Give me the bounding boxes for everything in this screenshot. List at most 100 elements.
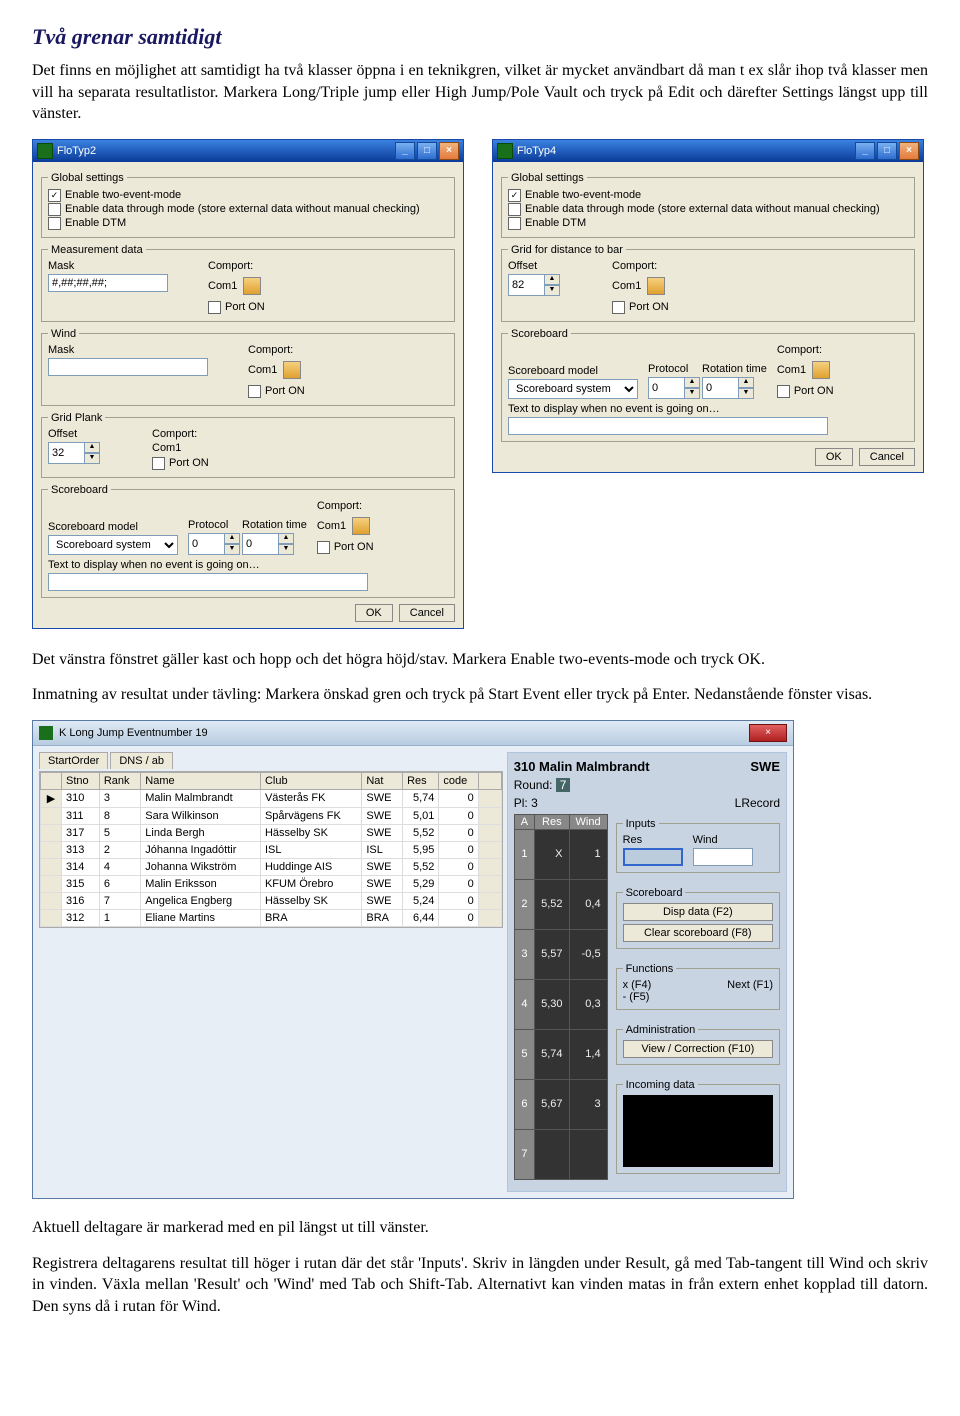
table-row[interactable]: ▶3103Malin MalmbrandtVästerås FKSWE5,740 [41, 789, 502, 807]
comport-gp-value: Com1 [152, 442, 209, 454]
cancel-button[interactable]: Cancel [399, 604, 455, 622]
checkbox-port-on-sb[interactable]: Port ON [317, 541, 374, 554]
checkbox-two-event[interactable]: ✓Enable two-event-mode [48, 189, 448, 202]
display-text-input[interactable] [48, 573, 368, 591]
legend-incoming: Incoming data [623, 1079, 698, 1091]
minimize-button[interactable]: _ [395, 142, 415, 160]
checkbox-port-on-bar[interactable]: Port ON [612, 301, 669, 314]
checkbox-two-event[interactable]: ✓Enable two-event-mode [508, 189, 908, 202]
table-row[interactable]: 3118Sara WilkinsonSpårvägens FKSWE5,010 [41, 807, 502, 824]
res-input[interactable] [623, 848, 683, 866]
table-row[interactable]: 3121Eliane MartinsBRABRA6,440 [41, 909, 502, 926]
label-wind: Wind [693, 834, 753, 846]
round-row: 35,57-0,5 [514, 929, 607, 979]
th-res[interactable]: Res [403, 772, 439, 789]
clear-scoreboard-button[interactable]: Clear scoreboard (F8) [623, 924, 773, 942]
comport-wind-value: Com1 [248, 364, 277, 376]
label-rotation: Rotation time [242, 519, 307, 531]
close-button[interactable]: × [749, 724, 787, 742]
titlebar-flotyp4[interactable]: FloTyp4 _ □ × [493, 140, 923, 162]
tab-startorder[interactable]: StartOrder [39, 752, 108, 769]
legend-sb: Scoreboard [623, 887, 686, 899]
disp-data-button[interactable]: Disp data (F2) [623, 903, 773, 921]
minimize-button[interactable]: _ [855, 142, 875, 160]
title-text: FloTyp2 [57, 145, 96, 157]
th-name[interactable]: Name [141, 772, 261, 789]
checkbox-data-through[interactable]: Enable data through mode (store external… [48, 203, 448, 216]
screenshot-pair: FloTyp2 _ □ × Global settings ✓Enable tw… [32, 139, 928, 629]
cancel-button[interactable]: Cancel [859, 448, 915, 466]
legend-global: Global settings [508, 172, 587, 184]
offset-spinner[interactable]: ▲▼ [508, 274, 552, 296]
tab-dns-ab[interactable]: DNS / ab [110, 752, 173, 769]
protocol-spinner[interactable]: ▲▼ [648, 377, 692, 399]
th-club[interactable]: Club [260, 772, 361, 789]
close-button[interactable]: × [899, 142, 919, 160]
group-admin: Administration View / Correction (F10) [616, 1024, 780, 1065]
group-incoming: Incoming data [616, 1079, 780, 1174]
label-mask-wind: Mask [48, 344, 208, 356]
checkbox-port-on-sb[interactable]: Port ON [777, 385, 834, 398]
label-comport-sb: Comport: [317, 500, 374, 512]
legend-inputs: Inputs [623, 818, 659, 830]
th-result: Res [535, 814, 569, 829]
rounds-table: A Res Wind 1X125,520,435,57-0,545,300,35… [514, 814, 608, 1180]
legend-scoreboard: Scoreboard [508, 328, 571, 340]
checkbox-port-on-gp[interactable]: Port ON [152, 457, 209, 470]
table-row[interactable]: 3167Angelica EngbergHässelby SKSWE5,240 [41, 892, 502, 909]
wizard-icon[interactable] [812, 361, 830, 379]
paragraph-2: Det vänstra fönstret gäller kast och hop… [32, 649, 928, 671]
group-scoreboard-r: Scoreboard Scoreboard model Scoreboard s… [501, 328, 915, 442]
th-code[interactable]: code [439, 772, 478, 789]
maximize-button[interactable]: □ [877, 142, 897, 160]
rotation-spinner[interactable]: ▲▼ [242, 533, 286, 555]
wind-mask-input[interactable] [48, 358, 208, 376]
th-rank[interactable]: Rank [99, 772, 140, 789]
table-row[interactable]: 3175Linda BerghHässelby SKSWE5,520 [41, 824, 502, 841]
wizard-icon[interactable] [647, 277, 665, 295]
mask-input[interactable] [48, 274, 168, 292]
view-correction-button[interactable]: View / Correction (F10) [623, 1040, 773, 1058]
ok-button[interactable]: OK [355, 604, 393, 622]
round-value: 7 [556, 778, 571, 792]
th-wind: Wind [569, 814, 607, 829]
func-dash-f5[interactable]: - (F5) [623, 991, 650, 1003]
label-comport-sb: Comport: [777, 344, 834, 356]
checkbox-enable-dtm[interactable]: Enable DTM [508, 217, 908, 230]
func-x-f4[interactable]: x (F4) [623, 979, 652, 991]
protocol-spinner[interactable]: ▲▼ [188, 533, 232, 555]
athlete-name: 310 Malin Malmbrandt [514, 759, 650, 774]
close-button[interactable]: × [439, 142, 459, 160]
titlebar-event[interactable]: K Long Jump Eventnumber 19 × [33, 721, 793, 746]
checkbox-port-on-meas[interactable]: Port ON [208, 301, 265, 314]
scoreboard-model-select[interactable]: Scoreboard system [48, 535, 178, 555]
checkbox-port-on-wind[interactable]: Port ON [248, 385, 305, 398]
maximize-button[interactable]: □ [417, 142, 437, 160]
round-row: 45,300,3 [514, 979, 607, 1029]
group-scoreboard-l: Scoreboard Scoreboard model Scoreboard s… [41, 484, 455, 598]
comport-bar-value: Com1 [612, 280, 641, 292]
wizard-icon[interactable] [243, 277, 261, 295]
comport-sb-value: Com1 [317, 520, 346, 532]
legend-grid-plank: Grid Plank [48, 412, 105, 424]
wind-input[interactable] [693, 848, 753, 866]
label-display-text: Text to display when no event is going o… [508, 403, 908, 415]
round-row: 25,520,4 [514, 879, 607, 929]
comport-sb-value: Com1 [777, 364, 806, 376]
func-next[interactable]: Next (F1) [727, 979, 773, 991]
ok-button[interactable]: OK [815, 448, 853, 466]
th-stno[interactable]: Stno [62, 772, 100, 789]
checkbox-data-through[interactable]: Enable data through mode (store external… [508, 203, 908, 216]
scoreboard-model-select[interactable]: Scoreboard system [508, 379, 638, 399]
rotation-spinner[interactable]: ▲▼ [702, 377, 746, 399]
table-row[interactable]: 3132Jóhanna IngadóttirISLISL5,950 [41, 841, 502, 858]
offset-spinner[interactable]: ▲▼ [48, 442, 92, 464]
titlebar-flotyp2[interactable]: FloTyp2 _ □ × [33, 140, 463, 162]
th-nat[interactable]: Nat [362, 772, 403, 789]
wizard-icon[interactable] [352, 517, 370, 535]
table-row[interactable]: 3144Johanna WikströmHuddinge AISSWE5,520 [41, 858, 502, 875]
table-row[interactable]: 3156Malin ErikssonKFUM ÖrebroSWE5,290 [41, 875, 502, 892]
checkbox-enable-dtm[interactable]: Enable DTM [48, 217, 448, 230]
display-text-input[interactable] [508, 417, 828, 435]
wizard-icon[interactable] [283, 361, 301, 379]
